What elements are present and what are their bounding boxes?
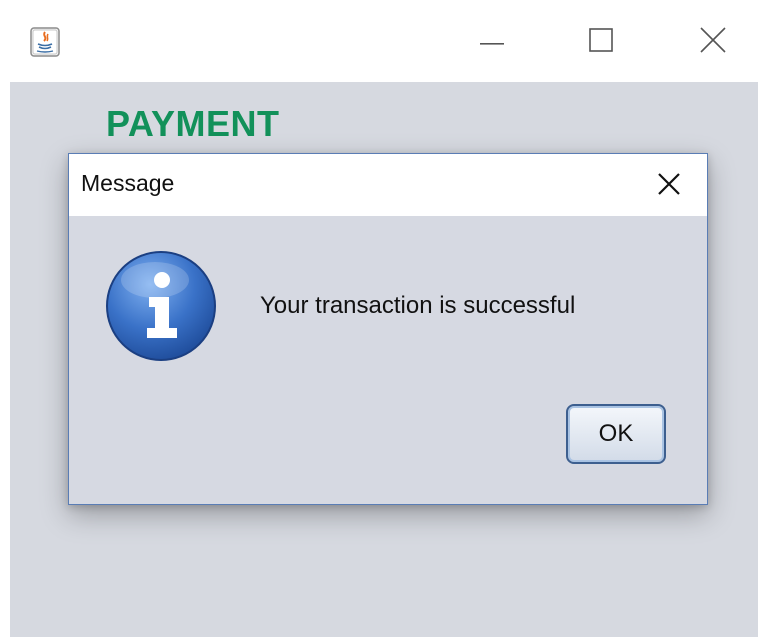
dialog-title: Message xyxy=(81,170,175,196)
maximize-icon xyxy=(589,27,613,57)
maximize-button[interactable] xyxy=(576,20,626,64)
dialog-close-button[interactable] xyxy=(649,168,689,204)
close-icon xyxy=(657,172,681,201)
page-title: PAYMENT xyxy=(106,103,280,144)
window-titlebar xyxy=(0,0,758,82)
message-dialog: Message Your transaction is successful O… xyxy=(68,153,708,505)
window-close-button[interactable] xyxy=(688,20,738,64)
minimize-button[interactable] xyxy=(467,20,517,64)
ok-button[interactable]: OK xyxy=(566,404,666,464)
info-icon xyxy=(105,250,217,362)
dialog-titlebar[interactable]: Message xyxy=(69,154,707,216)
minimize-icon xyxy=(480,33,504,51)
java-app-icon[interactable] xyxy=(30,27,60,57)
close-icon xyxy=(700,26,726,58)
dialog-message: Your transaction is successful xyxy=(260,292,576,319)
app-window: PAYMENT Message Your transaction is succ… xyxy=(0,0,758,637)
